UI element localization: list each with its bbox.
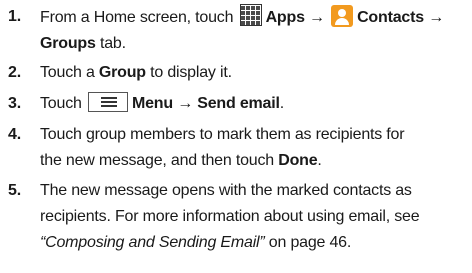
step-text-segment: on page 46. [268, 234, 352, 251]
step-number: 1. [8, 8, 21, 25]
contacts-label: Contacts [357, 9, 424, 26]
menu-icon [87, 92, 128, 112]
groups-label: Groups [40, 35, 96, 52]
step-text-segment: The new message opens with the marked co… [40, 182, 412, 199]
done-label: Done [278, 152, 318, 169]
step-text-segment: to display it. [150, 64, 232, 81]
arrow-icon: → [177, 95, 193, 112]
step-text-segment: Touch group members to mark them as reci… [40, 126, 405, 143]
menu-label: Menu [131, 95, 173, 112]
instruction-list: 1. From a Home screen, touch Apps → Cont… [0, 0, 472, 273]
step-number: 5. [8, 182, 21, 199]
step-text: The new message opens with the marked co… [40, 178, 468, 256]
step-text: Touch group members to mark them as reci… [40, 122, 468, 174]
step-text-segment: From a Home screen, touch [40, 9, 234, 26]
step-text-segment: recipients. For more information about u… [40, 208, 420, 225]
step-text: Touch a Group to display it. [40, 60, 468, 86]
contacts-person-icon [331, 5, 354, 27]
step-text-segment: . [279, 95, 284, 112]
arrow-icon: → [309, 9, 325, 26]
step-text-segment: . [317, 152, 322, 169]
step-text: From a Home screen, touch Apps → Contact… [40, 4, 468, 57]
group-label: Group [98, 64, 146, 81]
step-text-segment: Touch [40, 95, 82, 112]
step-text-segment: Touch a [40, 64, 95, 81]
step-number: 2. [8, 64, 21, 81]
cross-reference-title: “Composing and Sending Email” [40, 234, 265, 251]
arrow-icon: → [428, 9, 444, 26]
step-number: 4. [8, 126, 21, 143]
step-text: Touch Menu → Send email. [40, 91, 468, 117]
step-text-segment: tab. [99, 35, 126, 52]
apps-label: Apps [265, 9, 305, 26]
step-text-segment: the new message, and then touch [40, 152, 274, 169]
apps-grid-icon [239, 4, 262, 26]
step-number: 3. [8, 95, 21, 112]
send-email-label: Send email [197, 95, 280, 112]
